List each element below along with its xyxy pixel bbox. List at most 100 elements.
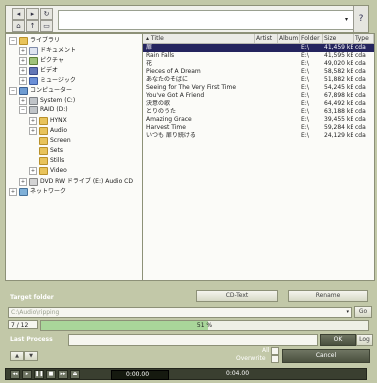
pause-icon[interactable]: ❚❚ [34,370,44,379]
table-row[interactable]: Harvest Time E:\ 59,284 kB cda [143,124,374,132]
expand-icon[interactable]: + [19,177,27,186]
refresh-button[interactable]: ↻ [40,8,53,20]
eject-icon[interactable]: ⏏ [70,370,80,379]
cell-artist [256,124,277,132]
tree-item-label: Stills [50,157,65,164]
chevron-down-icon[interactable]: ▾ [345,15,353,25]
track-table[interactable]: ▴ Title Artist Album Folder Size Type 扉 E:\ 41,… [142,33,375,281]
tree-item-label: ビデオ [40,67,59,74]
tree-item[interactable]: + ビデオ [19,66,58,75]
help-button[interactable]: ? [353,6,368,32]
expand-icon[interactable]: + [19,96,27,105]
tree-item[interactable]: + ミュージック [19,76,76,85]
ok-button[interactable]: OK [320,334,356,346]
column-header[interactable]: Album [278,34,300,43]
tree-item[interactable]: + ドキュメント [19,46,76,55]
expand-icon[interactable]: + [19,46,27,55]
tree-item[interactable]: + System (C:) [19,96,75,105]
chevron-down-icon[interactable]: ▼ [24,351,38,361]
table-row[interactable]: 決意の歌 E:\ 64,492 kB cda [143,100,374,108]
table-row[interactable]: 扉 E:\ 41,459 kB cda [143,44,374,52]
table-row[interactable]: Pieces of A Dream E:\ 58,582 kB cda [143,68,374,76]
cell-folder: E:\ [301,108,309,115]
cell-type: cda [355,132,366,139]
chevron-up-icon[interactable]: ▲ [10,351,24,361]
expand-icon[interactable]: + [29,126,37,135]
column-header[interactable]: Artist [255,34,278,43]
expand-icon[interactable]: + [19,76,27,85]
tree-item[interactable]: Stills [29,156,64,165]
up-button[interactable]: ↑ [26,20,39,32]
cell-title: Pieces of A Dream [146,68,201,75]
column-header[interactable]: ▴ Title [145,34,255,43]
tree-item[interactable]: − RAID (D:) [19,105,68,114]
cell-size: 24,129 kB [324,132,353,139]
expand-icon[interactable]: + [19,56,27,65]
table-row[interactable]: You've Got A Friend E:\ 67,898 kB cda [143,92,374,100]
folder-button[interactable]: ▭ [40,20,53,32]
collapse-icon[interactable]: − [19,105,27,114]
chevron-down-icon[interactable]: ▾ [346,308,349,317]
collapse-icon[interactable]: − [9,36,17,45]
target-folder-value: C:\Audio\ripping [11,309,60,316]
table-row[interactable]: Amazing Grace E:\ 39,455 kB cda [143,116,374,124]
target-folder-input[interactable]: C:\Audio\ripping ▾ [8,307,352,318]
rename-button[interactable]: Rename [288,290,368,302]
cancel-button[interactable]: Cancel [282,349,370,363]
tree-item[interactable]: Sets [29,146,63,155]
overwrite-checkbox[interactable] [271,355,279,363]
tree-item[interactable]: − ライブラリ [9,36,60,45]
tree-item-label: Screen [50,137,71,144]
tree-item[interactable]: + Video [29,166,67,175]
pc-icon [19,86,28,95]
path-input[interactable]: ▾ [58,10,356,30]
expand-icon[interactable]: + [29,166,37,175]
cell-folder: E:\ [301,52,309,59]
collapse-icon[interactable]: − [9,86,17,95]
cell-type: cda [355,124,366,131]
table-row[interactable]: あなたのそばに E:\ 51,882 kB cda [143,76,374,84]
cell-artist [256,76,277,84]
cell-album [279,76,299,84]
expand-icon[interactable]: + [29,116,37,125]
cell-artist [256,52,277,60]
cell-folder: E:\ [301,124,309,131]
stop-icon[interactable]: ■ [46,370,56,379]
log-button[interactable]: Log [356,334,373,346]
table-row[interactable]: いつも 扉り続ける E:\ 24,129 kB cda [143,132,374,140]
folder-icon [19,36,28,45]
rewind-icon[interactable]: ◂◂ [10,370,20,379]
table-row[interactable]: 花 E:\ 49,020 kB cda [143,60,374,68]
column-header[interactable]: Folder [300,34,323,43]
tree-item[interactable]: + DVD RW ドライブ (E:) Audio CD [19,177,133,186]
tree-item[interactable]: + ピクチャ [19,56,64,65]
folder-icon [39,156,48,165]
home-button[interactable]: ⌂ [12,20,25,32]
folder-tree[interactable]: − ライブラリ + ドキュメント + ピクチャ + ビデオ + ミュージック − コンピューター + Sy… [5,33,143,281]
cell-size: 63,188 kB [324,108,353,115]
column-header[interactable]: Size [323,34,354,43]
table-row[interactable]: Rain Falls E:\ 41,595 kB cda [143,52,374,60]
last-process-label: Last Process [10,336,53,343]
drive-icon [29,105,38,114]
tree-item[interactable]: + Audio [29,126,67,135]
tree-item[interactable]: + HYNX [29,116,67,125]
cell-size: 58,582 kB [324,68,353,75]
tree-item[interactable]: Screen [29,136,71,145]
go-button[interactable]: Go [354,306,372,318]
back-button[interactable]: ◂ [12,8,25,20]
fast-forward-icon[interactable]: ▸▸ [58,370,68,379]
cell-title: 扉 [146,44,153,51]
play-icon[interactable]: ▸ [22,370,32,379]
table-row[interactable]: とりのうた E:\ 63,188 kB cda [143,108,374,116]
forward-button[interactable]: ▸ [26,8,39,20]
cell-type: cda [355,100,366,107]
all-checkbox[interactable] [271,347,279,355]
table-row[interactable]: Seeing for The Very First Time E:\ 54,245 … [143,84,374,92]
expand-icon[interactable]: + [19,66,27,75]
tree-item[interactable]: + ネットワーク [9,187,66,196]
expand-icon[interactable]: + [9,187,17,196]
column-header[interactable]: Type [354,34,374,43]
cd-text-button[interactable]: CD-Text [196,290,278,302]
tree-item[interactable]: − コンピューター [9,86,72,95]
